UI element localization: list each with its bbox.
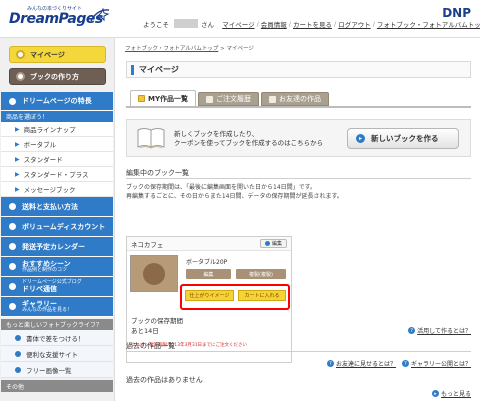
nav-member-info[interactable]: 会員情報 <box>261 19 287 29</box>
arrow-right-icon: ▶ <box>15 185 20 193</box>
sidebar-mypage-button[interactable]: マイページ <box>9 46 106 63</box>
tab-my-works[interactable]: MY作品一覧 <box>130 90 197 106</box>
greeting-prefix: ようこそ <box>143 20 169 29</box>
help-show-friends[interactable]: お友達に見せるとは？ <box>336 359 396 368</box>
help-how-to-use[interactable]: ? 活用して作るとは？ <box>408 326 471 335</box>
help-links: ? お友達に見せるとは？ ? ギャラリー公開とは？ <box>321 359 471 368</box>
greeting-suffix: さん <box>201 20 214 29</box>
past-works-title: 過去の作品一覧 <box>126 342 175 350</box>
arrow-right-icon: ▶ <box>15 170 20 178</box>
bullet-icon <box>15 366 21 373</box>
add-to-cart-button[interactable]: カートに入れる <box>238 290 286 301</box>
nav-mypage[interactable]: マイページ <box>222 19 254 29</box>
sidebar-item-volume-discount[interactable]: ボリュームディスカウント <box>1 217 113 237</box>
book-title-bar: ネコカフェ 編集 <box>127 237 291 251</box>
circle-icon <box>16 72 25 81</box>
breadcrumb-top-link[interactable]: フォトブック・フォトアルバムトップ <box>125 46 218 52</box>
nav-logout[interactable]: ログアウト <box>338 19 371 29</box>
bullet-icon <box>9 223 16 230</box>
sidebar-item-portable[interactable]: ▶ ボータブル <box>1 137 113 152</box>
no-past-works: 過去の作品はありません <box>126 376 203 384</box>
circle-icon <box>264 241 270 246</box>
tab-bar: MY作品一覧 ご注文履歴 お友達の作品 <box>130 90 331 106</box>
username-redacted <box>174 19 198 28</box>
question-icon: ? <box>408 327 416 334</box>
tab-friends-works[interactable]: お友達の作品 <box>261 92 330 106</box>
retention-note: ブックの保存期間は、「最後に編集画面を開いた日から14日間」です。 再編集するご… <box>126 184 343 200</box>
book-retention: ブックの保存期間 あと14日 <box>131 317 183 336</box>
circle-icon <box>16 50 25 59</box>
question-icon: ? <box>401 360 409 367</box>
sidebar-item-scenes[interactable]: おすすめシーン 作品例と制作のコツ <box>1 257 113 277</box>
sidebar-item-calendar[interactable]: 発送予定カレンダー <box>1 237 113 257</box>
page-title: マイページ <box>126 61 471 78</box>
arrow-right-icon: ▶ <box>15 125 20 133</box>
sidebar-item-message-book[interactable]: ▶ メッセージブック <box>1 182 113 197</box>
book-thumbnail[interactable] <box>130 255 178 292</box>
preview-button[interactable]: 仕上がりイメージ <box>185 290 234 301</box>
bullet-icon <box>9 303 16 310</box>
sidebar-item-free-images[interactable]: フリー画像一覧 <box>1 362 113 378</box>
sidebar-other-header: その他 <box>1 380 113 392</box>
nav-cart[interactable]: カートを見る <box>293 19 332 29</box>
breadcrumb-current: マイページ <box>226 46 254 52</box>
arrow-right-icon: ▶ <box>15 140 20 148</box>
sidebar-item-support-sites[interactable]: 便利な支援サイト <box>1 346 113 362</box>
sidebar-item-features[interactable]: ドリームページの特長 <box>1 92 113 111</box>
help-gallery-publish[interactable]: ギャラリー公開とは？ <box>411 359 471 368</box>
bullet-icon <box>9 97 16 105</box>
header: みんなの本づくりサイト DreamPages DNP ようこそ さん マイページ… <box>0 0 480 38</box>
more-link[interactable]: ▸ もっと見る <box>426 389 471 398</box>
arrow-right-icon: ▸ <box>431 390 439 397</box>
bullet-icon <box>9 203 16 210</box>
new-book-button[interactable]: ▸ 新しいブックを作る <box>347 128 459 149</box>
book-editor-button[interactable]: 編集 <box>186 269 231 279</box>
arrow-right-icon: ▶ <box>15 155 20 163</box>
main-content: フォトブック・フォトアルバムトップ > マイページ マイページ MY作品一覧 ご… <box>116 38 480 401</box>
tab-order-history[interactable]: ご注文履歴 <box>198 92 260 106</box>
book-edit-button[interactable]: 編集 <box>259 239 287 248</box>
sidebar-item-lineup[interactable]: ▶ 商品ラインナップ <box>1 122 113 137</box>
sidebar-more-header: もっと楽しいフォトブックライフ？ <box>1 319 113 330</box>
logo-star-icon <box>90 7 110 22</box>
sidebar-choose-header: 商品を選ぼう！ <box>1 111 113 122</box>
open-book-icon <box>137 128 165 149</box>
arrow-right-icon: ▸ <box>356 134 365 143</box>
bullet-icon <box>9 243 16 250</box>
sidebar-item-gallery[interactable]: ギャラリー みんなの作品を見る！ <box>1 297 113 317</box>
book-duplicate-button[interactable]: 複製(複製) <box>236 269 286 279</box>
sidebar-item-standard[interactable]: ▶ スタンダード <box>1 152 113 167</box>
book-title: ネコカフェ <box>131 240 164 249</box>
top-nav: ようこそ さん マイページ / 会員情報 / カートを見る / ログアウト / フォトブ… <box>143 18 480 29</box>
book-icon <box>138 95 145 102</box>
new-book-description: 新しくブックを作成したり、 クーポンを使ってブックを作成するのはこちらから <box>174 130 324 148</box>
book-type: ボータブル20P <box>186 259 228 266</box>
editing-books-title: 編集中のブック一覧 <box>126 169 189 177</box>
nav-photobook-top[interactable]: フォトブック・フォトアルバムトップ <box>377 19 480 29</box>
book-icon <box>206 95 214 103</box>
new-book-panel: 新しくブックを作成したり、 クーポンを使ってブックを作成するのはこちらから ▸ 新… <box>126 119 471 157</box>
sidebar-item-standard-plus[interactable]: ▶ スタンダード・プラス <box>1 167 113 182</box>
breadcrumb: フォトブック・フォトアルバムトップ > マイページ <box>125 46 254 52</box>
bullet-icon <box>15 334 21 341</box>
question-icon: ? <box>326 360 334 367</box>
bullet-icon <box>9 283 16 290</box>
bullet-icon <box>9 263 16 270</box>
sidebar: マイページ ブックの作り方 ドリームページの特長 商品を選ぼう！ ▶ 商品ラインナ… <box>0 38 115 401</box>
book-icon <box>269 95 277 103</box>
bullet-icon <box>15 350 21 357</box>
sidebar-item-blog[interactable]: ドリームページ公式ブログ ドリペ通信 <box>1 277 113 297</box>
kitten-photo <box>143 263 165 285</box>
sidebar-item-shipping[interactable]: 送料と支払い方法 <box>1 197 113 217</box>
sidebar-howto-button[interactable]: ブックの作り方 <box>9 68 106 85</box>
sidebar-item-fonts[interactable]: 書体で差をつける！ <box>1 330 113 346</box>
